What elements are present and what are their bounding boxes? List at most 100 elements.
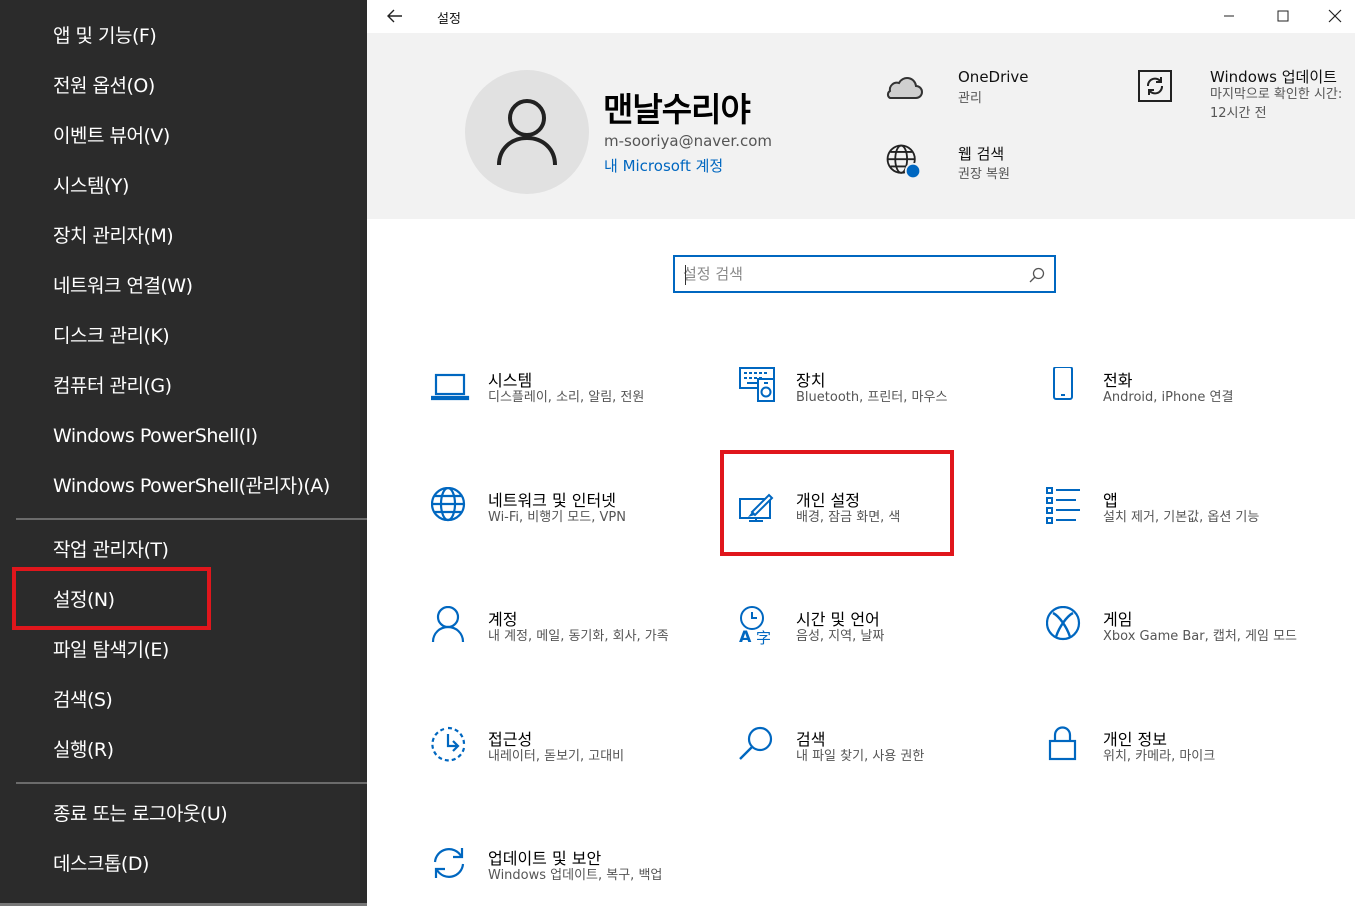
menu-item-power-options[interactable]: 전원 옵션(O) — [53, 74, 155, 98]
category-title: 시간 및 언어 — [796, 610, 880, 629]
update-sync-icon — [433, 848, 465, 878]
search-icon — [739, 726, 773, 760]
menu-item-system[interactable]: 시스템(Y) — [53, 174, 129, 198]
text-caret — [685, 265, 686, 285]
account-header: 맨날수리야 m-sooriya@naver.com 내 Microsoft 계정… — [367, 33, 1355, 219]
category-network[interactable]: 네트워크 및 인터넷 Wi-Fi, 비행기 모드, VPN — [431, 487, 681, 547]
apps-list-icon — [1046, 487, 1080, 524]
category-sub: Bluetooth, 프린터, 마우스 — [796, 390, 948, 405]
category-title: 개인 설정 — [796, 491, 860, 510]
settings-search-input[interactable] — [683, 263, 1013, 285]
category-title: 장치 — [796, 371, 826, 390]
category-ease-of-access[interactable]: 접근성 내레이터, 돋보기, 고대비 — [431, 726, 681, 786]
category-sub: 설치 제거, 기본값, 옵션 기능 — [1103, 510, 1260, 525]
user-avatar-icon — [497, 99, 557, 166]
menu-item-computer-management[interactable]: 컴퓨터 관리(G) — [53, 374, 172, 398]
avatar[interactable] — [465, 70, 589, 194]
close-icon — [1328, 9, 1342, 23]
settings-search-box[interactable] — [673, 255, 1056, 293]
back-button[interactable] — [381, 4, 409, 28]
svg-text:A: A — [739, 627, 752, 646]
onedrive-cloud-icon — [886, 77, 923, 99]
back-arrow-icon — [387, 9, 402, 23]
menu-item-powershell-admin[interactable]: Windows PowerShell(관리자)(A) — [53, 474, 330, 498]
category-accounts[interactable]: 계정 내 계정, 메일, 동기화, 회사, 가족 — [431, 606, 691, 666]
minimize-button[interactable] — [1214, 4, 1244, 28]
category-sub: 내 파일 찾기, 사용 권한 — [796, 749, 925, 764]
category-devices[interactable]: 장치 Bluetooth, 프린터, 마우스 — [739, 367, 989, 427]
windows-update-title: Windows 업데이트 — [1210, 68, 1337, 86]
category-title: 시스템 — [488, 371, 533, 390]
menu-item-settings[interactable]: 설정(N) — [53, 588, 115, 612]
web-search-status[interactable]: 웹 검색 권장 복원 — [883, 141, 1063, 185]
category-system[interactable]: 시스템 디스플레이, 소리, 알림, 전원 — [431, 367, 681, 427]
person-icon — [431, 606, 465, 643]
category-sub: Android, iPhone 연결 — [1103, 390, 1234, 405]
menu-item-apps-features[interactable]: 앱 및 기능(F) — [53, 24, 157, 48]
category-gaming[interactable]: 게임 Xbox Game Bar, 캡처, 게임 모드 — [1046, 606, 1306, 666]
category-sub: Wi-Fi, 비행기 모드, VPN — [488, 510, 626, 525]
menu-item-disk-management[interactable]: 디스크 관리(K) — [53, 324, 170, 348]
maximize-icon — [1277, 10, 1289, 22]
search-magnifier-icon — [1029, 267, 1045, 283]
onedrive-status[interactable]: OneDrive 관리 — [883, 68, 1063, 108]
laptop-icon — [431, 373, 470, 401]
category-update-security[interactable]: 업데이트 및 보안 Windows 업데이트, 복구, 백업 — [431, 845, 691, 905]
category-sub: Windows 업데이트, 복구, 백업 — [488, 868, 663, 883]
category-title: 전화 — [1103, 371, 1133, 390]
menu-item-desktop[interactable]: 데스크톱(D) — [53, 852, 149, 876]
menu-item-event-viewer[interactable]: 이벤트 뷰어(V) — [53, 124, 170, 148]
maximize-button[interactable] — [1268, 4, 1298, 28]
winx-context-menu: 앱 및 기능(F) 전원 옵션(O) 이벤트 뷰어(V) 시스템(Y) 장치 관… — [0, 0, 367, 906]
menu-item-run[interactable]: 실행(R) — [53, 738, 114, 762]
category-title: 검색 — [796, 730, 826, 749]
category-personalization[interactable]: 개인 설정 배경, 잠금 화면, 색 — [739, 487, 989, 547]
phone-icon — [1053, 367, 1073, 400]
category-title: 계정 — [488, 610, 518, 629]
title-bar: 설정 — [367, 0, 1355, 33]
category-time-language[interactable]: A 字 시간 및 언어 음성, 지역, 날짜 — [739, 606, 989, 666]
category-title: 업데이트 및 보안 — [488, 849, 602, 868]
menu-item-device-manager[interactable]: 장치 관리자(M) — [53, 224, 174, 248]
menu-item-task-manager[interactable]: 작업 관리자(T) — [53, 538, 169, 562]
windows-update-status[interactable]: Windows 업데이트 마지막으로 확인한 시간: 12시간 전 — [1135, 66, 1350, 126]
time-language-icon: A 字 — [739, 606, 771, 646]
web-search-title: 웹 검색 — [958, 145, 1005, 163]
onedrive-title: OneDrive — [958, 68, 1029, 86]
category-sub: 내 계정, 메일, 동기화, 회사, 가족 — [488, 629, 669, 644]
category-search[interactable]: 검색 내 파일 찾기, 사용 권한 — [739, 726, 989, 786]
category-sub: 위치, 카메라, 마이크 — [1103, 749, 1216, 764]
ease-of-access-icon — [431, 726, 466, 762]
minimize-icon — [1224, 15, 1234, 17]
menu-item-powershell[interactable]: Windows PowerShell(I) — [53, 424, 258, 448]
category-privacy[interactable]: 개인 정보 위치, 카메라, 마이크 — [1046, 726, 1296, 786]
category-phone[interactable]: 전화 Android, iPhone 연결 — [1046, 367, 1296, 427]
category-sub: 음성, 지역, 날짜 — [796, 629, 885, 644]
menu-separator — [16, 782, 367, 784]
windows-update-sub: 마지막으로 확인한 시간: 12시간 전 — [1210, 87, 1343, 121]
category-title: 접근성 — [488, 730, 533, 749]
devices-icon — [739, 367, 775, 402]
web-search-globe-icon — [886, 144, 922, 180]
account-email: m-sooriya@naver.com — [604, 132, 772, 150]
lock-icon — [1048, 726, 1077, 761]
menu-item-search[interactable]: 검색(S) — [53, 688, 113, 712]
personalization-icon — [739, 493, 774, 522]
microsoft-account-link[interactable]: 내 Microsoft 계정 — [604, 155, 723, 176]
category-sub: 내레이터, 돋보기, 고대비 — [488, 749, 625, 764]
category-apps[interactable]: 앱 설치 제거, 기본값, 옵션 기능 — [1046, 487, 1296, 547]
menu-item-file-explorer[interactable]: 파일 탐색기(E) — [53, 638, 169, 662]
web-search-sub: 권장 복원 — [958, 167, 1010, 182]
xbox-icon — [1046, 606, 1081, 641]
windows-update-sync-icon — [1138, 70, 1172, 102]
settings-window: 설정 맨날수리야 m-sooriya@naver.com 내 Microsoft… — [367, 0, 1355, 906]
menu-item-network-connections[interactable]: 네트워크 연결(W) — [53, 274, 193, 298]
globe-icon — [431, 487, 466, 522]
category-title: 게임 — [1103, 610, 1133, 629]
category-title: 네트워크 및 인터넷 — [488, 491, 616, 510]
category-sub: 디스플레이, 소리, 알림, 전원 — [488, 390, 645, 405]
close-button[interactable] — [1320, 4, 1350, 28]
menu-item-shutdown-signout[interactable]: 종료 또는 로그아웃(U) — [53, 802, 228, 826]
onedrive-sub: 관리 — [958, 91, 982, 106]
category-title: 앱 — [1103, 491, 1118, 510]
